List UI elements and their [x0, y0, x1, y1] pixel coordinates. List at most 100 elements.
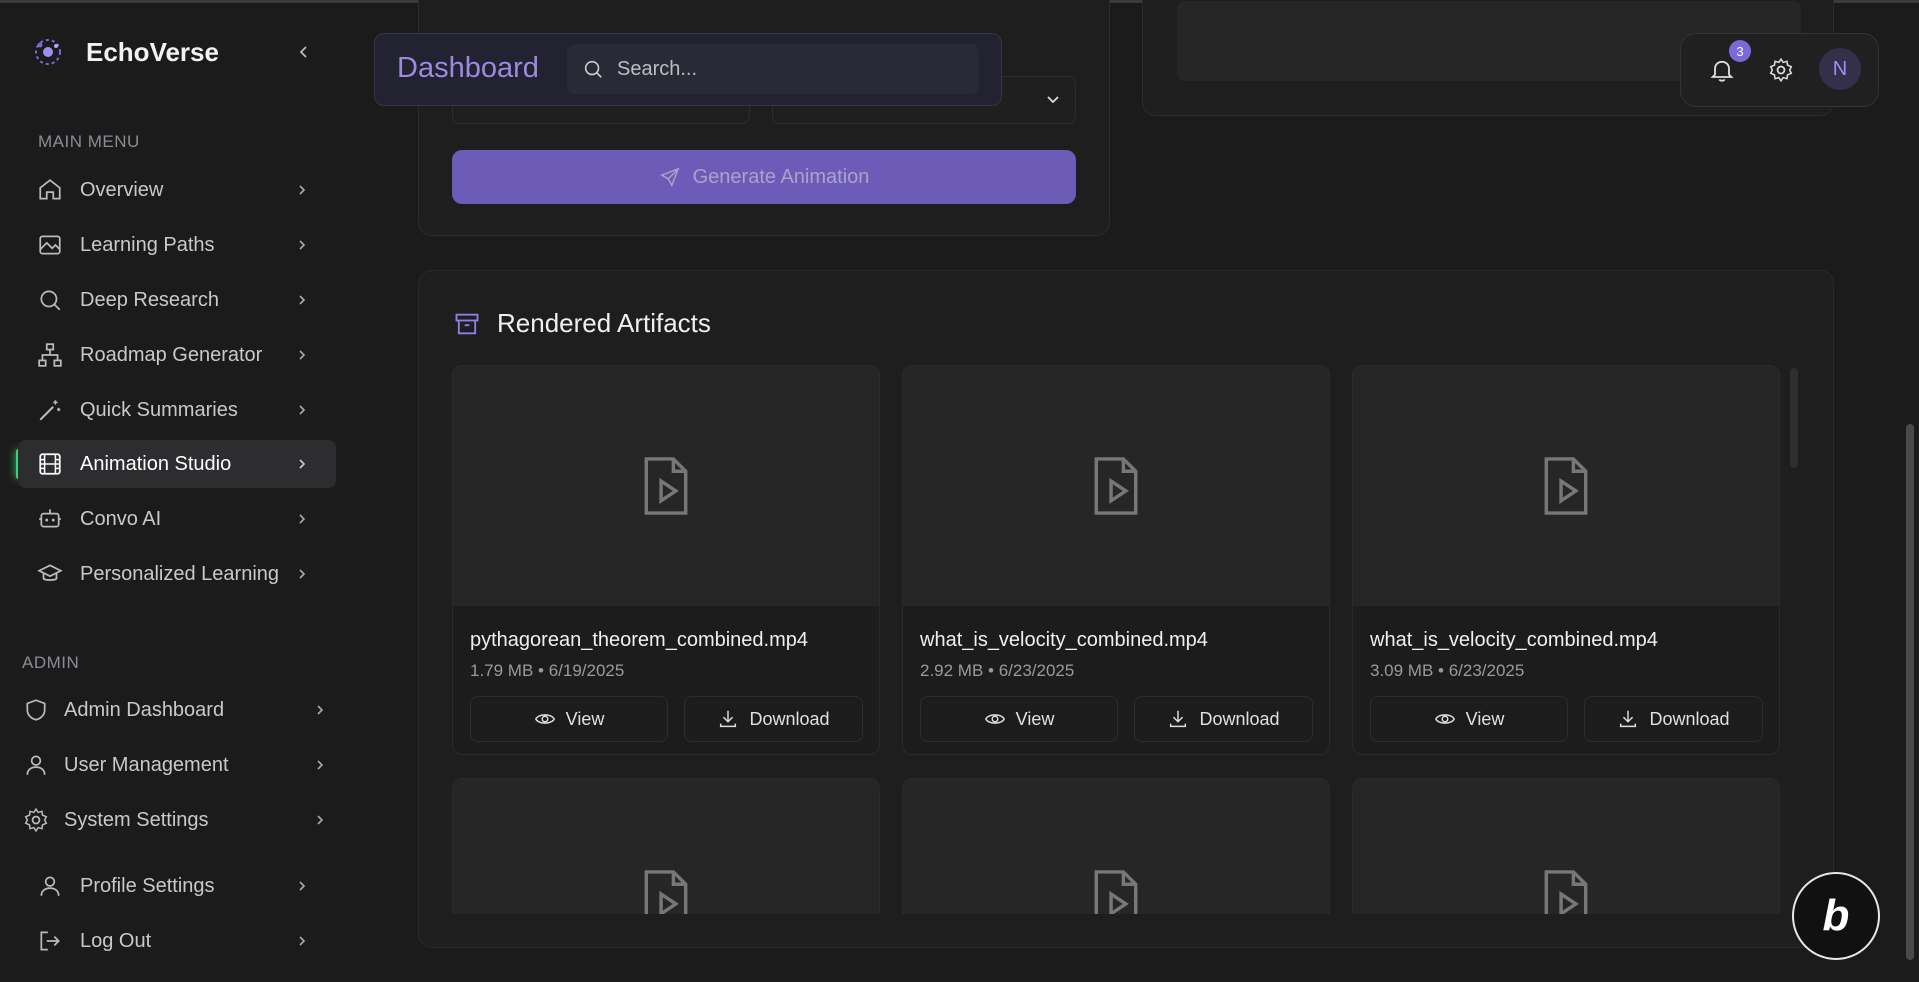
view-label: View [565, 708, 605, 729]
sidebar-item-label: System Settings [64, 808, 209, 831]
artifact-card[interactable]: what_is_velocity_combined.mp4 3.09 MB • … [1352, 365, 1780, 755]
settings-button[interactable] [1766, 55, 1796, 85]
download-button[interactable]: Download [684, 696, 863, 742]
video-file-icon [1094, 870, 1138, 914]
view-button[interactable]: View [1370, 696, 1568, 742]
download-icon [1617, 708, 1639, 730]
video-file-icon [644, 457, 688, 515]
graduation-cap-icon [36, 560, 64, 588]
sidebar-item-label: Animation Studio [80, 452, 232, 475]
search-box[interactable] [567, 44, 979, 94]
sidebar-item-learning-paths[interactable]: Learning Paths [18, 221, 336, 269]
chevron-right-icon [310, 700, 330, 720]
download-label: Download [1199, 708, 1280, 729]
view-label: View [1015, 708, 1055, 729]
sidebar-item-label: Admin Dashboard [64, 698, 225, 721]
send-icon [659, 166, 681, 188]
video-thumbnail[interactable] [903, 779, 1329, 914]
sidebar-item-label: Overview [80, 178, 164, 201]
artifact-card[interactable]: pythagorean_theorem_combined.mp4 1.79 MB… [452, 365, 880, 755]
sidebar-item-quick-summaries[interactable]: Quick Summaries [18, 386, 336, 434]
sidebar-item-label: Log Out [80, 929, 152, 952]
logout-icon [36, 927, 64, 955]
sidebar-item-label: Roadmap Generator [80, 343, 263, 366]
video-thumbnail[interactable] [453, 779, 879, 914]
page-scrollbar[interactable] [1906, 424, 1914, 960]
learning-paths-icon [36, 231, 64, 259]
view-button[interactable]: View [470, 696, 668, 742]
admin-label: ADMIN [22, 653, 80, 672]
chevron-right-icon [292, 400, 312, 420]
sidebar-item-admin-dashboard[interactable]: Admin Dashboard [18, 686, 336, 734]
sidebar-item-personalized-learning[interactable]: Personalized Learning [18, 550, 336, 598]
video-thumbnail[interactable] [453, 366, 879, 606]
sidebar-item-profile-settings[interactable]: Profile Settings [18, 862, 336, 910]
chevron-right-icon [292, 454, 312, 474]
search-icon [581, 57, 605, 81]
user-icon [22, 751, 50, 779]
echoverse-logo-icon [30, 34, 66, 70]
view-button[interactable]: View [920, 696, 1118, 742]
download-button[interactable]: Download [1584, 696, 1763, 742]
artifact-filename: pythagorean_theorem_combined.mp4 [470, 629, 808, 651]
sidebar-item-roadmap-generator[interactable]: Roadmap Generator [18, 331, 336, 379]
bot-icon [36, 505, 64, 533]
download-label: Download [1649, 708, 1730, 729]
bolt-badge-logo[interactable]: b [1792, 872, 1880, 960]
sidebar-item-animation-studio[interactable]: Animation Studio [18, 440, 336, 488]
video-thumbnail[interactable] [1353, 779, 1779, 914]
artifact-card[interactable] [1352, 778, 1780, 914]
main-menu-label: MAIN MENU [38, 132, 140, 151]
sidebar-item-convo-ai[interactable]: Convo AI [18, 495, 336, 543]
video-thumbnail[interactable] [903, 366, 1329, 606]
chevron-right-icon [292, 509, 312, 529]
artifact-card[interactable] [452, 778, 880, 914]
brand[interactable]: EchoVerse [30, 34, 219, 70]
view-label: View [1465, 708, 1505, 729]
chevron-right-icon [292, 876, 312, 896]
page-title: Dashboard [397, 52, 539, 84]
sidebar-item-deep-research[interactable]: Deep Research [18, 276, 336, 324]
collapse-sidebar-button[interactable] [292, 40, 316, 64]
generate-animation-label: Generate Animation [692, 165, 870, 188]
artifact-meta: 2.92 MB • 6/23/2025 [920, 661, 1075, 680]
sidebar-item-overview[interactable]: Overview [18, 166, 336, 214]
eye-icon [1434, 708, 1456, 730]
home-icon [36, 176, 64, 204]
avatar[interactable]: N [1819, 48, 1861, 90]
sidebar-item-label: Quick Summaries [80, 398, 238, 421]
sidebar-item-system-settings[interactable]: System Settings [18, 796, 336, 844]
bell-icon [1710, 60, 1734, 82]
sidebar-item-label: User Management [64, 753, 229, 776]
video-file-icon [1094, 457, 1138, 515]
download-button[interactable]: Download [1134, 696, 1313, 742]
chevron-right-icon [292, 235, 312, 255]
artifact-filename: what_is_velocity_combined.mp4 [1370, 629, 1658, 651]
video-file-icon [1544, 870, 1588, 914]
download-label: Download [749, 708, 830, 729]
artifact-card[interactable] [902, 778, 1330, 914]
network-icon [36, 341, 64, 369]
user-icon [36, 872, 64, 900]
download-icon [1167, 708, 1189, 730]
artifacts-title: Rendered Artifacts [497, 308, 711, 338]
sidebar-item-log-out[interactable]: Log Out [18, 917, 336, 965]
search-input[interactable] [617, 57, 957, 81]
bolt-logo-icon: b [1822, 891, 1850, 940]
chevron-down-icon [1045, 91, 1061, 113]
chevron-right-icon [310, 755, 330, 775]
video-thumbnail[interactable] [1353, 366, 1779, 606]
chevron-right-icon [292, 290, 312, 310]
artifact-filename: what_is_velocity_combined.mp4 [920, 629, 1208, 651]
search-icon [36, 286, 64, 314]
sidebar-item-label: Convo AI [80, 507, 162, 530]
artifact-meta: 1.79 MB • 6/19/2025 [470, 661, 625, 680]
sidebar-item-user-management[interactable]: User Management [18, 741, 336, 789]
eye-icon [984, 708, 1006, 730]
artifacts-scrollbar[interactable] [1790, 368, 1798, 468]
generate-animation-button[interactable]: Generate Animation [452, 150, 1076, 204]
sidebar-item-label: Deep Research [80, 288, 219, 311]
gear-icon [22, 806, 50, 834]
artifact-card[interactable]: what_is_velocity_combined.mp4 2.92 MB • … [902, 365, 1330, 755]
sidebar-item-label: Personalized Learning [80, 562, 280, 585]
